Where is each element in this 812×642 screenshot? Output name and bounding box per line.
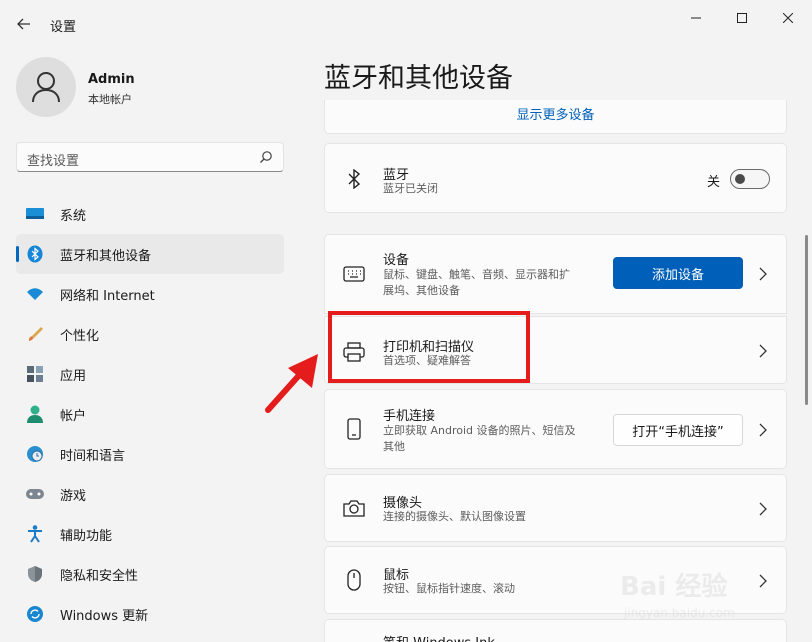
minimize-icon [691, 17, 701, 19]
mouse-subtitle: 按钮、鼠标指针速度、滚动 [383, 582, 515, 595]
bluetooth-toggle[interactable] [730, 169, 770, 189]
wifi-icon [26, 285, 44, 303]
sidebar-item-label: Windows 更新 [60, 608, 149, 624]
sidebar-item-windows-update[interactable]: Windows 更新 [16, 594, 284, 634]
title-bar: 设置 [0, 0, 812, 46]
sidebar-item-label: 应用 [60, 368, 87, 384]
brush-icon [26, 325, 44, 343]
chevron-right-icon [759, 344, 767, 358]
watermark-text: Bai 经验 [620, 572, 728, 602]
sidebar-item-bluetooth[interactable]: 蓝牙和其他设备 [16, 234, 284, 274]
red-arrow-icon [265, 354, 318, 413]
chevron-right-icon [759, 502, 767, 516]
bluetooth-status: 蓝牙已关闭 [383, 182, 438, 195]
chevron-right-icon [759, 423, 767, 437]
phone-link-subtitle-line1: 立即获取 Android 设备的照片、短信及 [383, 424, 576, 437]
gamepad-icon [26, 485, 44, 503]
search-input[interactable]: 查找设置 [16, 142, 284, 172]
phone-link-card[interactable]: 手机连接 立即获取 Android 设备的照片、短信及 其他 打开“手机连接” [324, 389, 787, 469]
maximize-button[interactable] [722, 6, 762, 30]
search-placeholder: 查找设置 [27, 154, 80, 169]
minimize-button[interactable] [676, 6, 716, 30]
camera-icon [343, 497, 365, 519]
chevron-right-icon [759, 267, 767, 281]
phone-link-subtitle-line2: 其他 [383, 440, 405, 453]
sidebar-item-label: 蓝牙和其他设备 [60, 248, 152, 264]
sidebar-item-label: 网络和 Internet [60, 288, 155, 304]
apps-icon [26, 365, 44, 383]
devices-subtitle-line2: 展坞、其他设备 [383, 284, 460, 297]
show-more-card: 显示更多设备 [324, 100, 787, 134]
mouse-icon [343, 569, 365, 591]
sidebar-item-label: 个性化 [60, 328, 100, 344]
search-icon[interactable] [259, 150, 273, 164]
devices-subtitle-line1: 鼠标、键盘、触笔、音频、显示器和扩 [383, 268, 570, 281]
close-button[interactable] [768, 6, 808, 30]
back-button[interactable] [12, 12, 36, 36]
back-arrow-icon [17, 18, 30, 30]
sidebar-nav: 系统 蓝牙和其他设备 网络和 Internet 个性化 应用 帐户 时间和语言 … [16, 194, 284, 634]
add-device-button[interactable]: 添加设备 [613, 257, 743, 289]
user-icon [32, 72, 60, 103]
sidebar-item-label: 系统 [60, 208, 87, 224]
open-phone-link-button[interactable]: 打开“手机连接” [613, 414, 743, 446]
sidebar-item-label: 时间和语言 [60, 448, 126, 464]
phone-link-title: 手机连接 [383, 409, 436, 424]
devices-title: 设备 [383, 253, 410, 268]
pen-title: 笔和 Windows Ink [383, 632, 495, 642]
scrollbar[interactable] [805, 235, 808, 405]
maximize-icon [737, 13, 747, 23]
globe-clock-icon [26, 445, 44, 463]
sidebar-item-privacy[interactable]: 隐私和安全性 [16, 554, 284, 594]
bluetooth-card: 蓝牙 蓝牙已关闭 关 [324, 143, 787, 213]
sidebar-item-system[interactable]: 系统 [16, 194, 284, 234]
highlight-box [328, 311, 530, 383]
close-icon [783, 13, 793, 23]
bluetooth-icon [26, 245, 44, 263]
sidebar-item-apps[interactable]: 应用 [16, 354, 284, 394]
toggle-state-label: 关 [706, 175, 720, 190]
accessibility-icon [26, 525, 44, 543]
sidebar-item-label: 辅助功能 [60, 528, 113, 544]
account-type: 本地帐户 [88, 93, 132, 106]
sidebar-item-personalization[interactable]: 个性化 [16, 314, 284, 354]
phone-icon [343, 418, 365, 440]
camera-card[interactable]: 摄像头 连接的摄像头、默认图像设置 [324, 474, 787, 542]
page-title: 蓝牙和其他设备 [324, 63, 513, 94]
monitor-icon [26, 205, 44, 223]
camera-subtitle: 连接的摄像头、默认图像设置 [383, 510, 526, 523]
shield-icon [26, 565, 44, 583]
sidebar-item-time-language[interactable]: 时间和语言 [16, 434, 284, 474]
bluetooth-icon [343, 168, 365, 190]
avatar[interactable] [16, 57, 76, 117]
update-icon [26, 605, 44, 623]
sidebar-item-gaming[interactable]: 游戏 [16, 474, 284, 514]
watermark-url: jingyan.baidu.com [624, 606, 735, 620]
baidu-watermark: Bai 经验 jingyan.baidu.com [620, 566, 780, 626]
show-more-devices-link[interactable]: 显示更多设备 [325, 104, 786, 123]
person-icon [26, 405, 44, 423]
sidebar-item-label: 帐户 [60, 408, 87, 424]
user-name: Admin [88, 72, 135, 87]
sidebar-item-accounts[interactable]: 帐户 [16, 394, 284, 434]
sidebar-item-label: 游戏 [60, 488, 87, 504]
sidebar-item-network[interactable]: 网络和 Internet [16, 274, 284, 314]
sidebar-item-label: 隐私和安全性 [60, 568, 139, 584]
sidebar-item-accessibility[interactable]: 辅助功能 [16, 514, 284, 554]
app-title: 设置 [50, 20, 77, 35]
keyboard-icon [343, 263, 365, 285]
toggle-knob [735, 174, 745, 184]
devices-card[interactable]: 设备 鼠标、键盘、触笔、音频、显示器和扩 展坞、其他设备 添加设备 [324, 234, 787, 314]
